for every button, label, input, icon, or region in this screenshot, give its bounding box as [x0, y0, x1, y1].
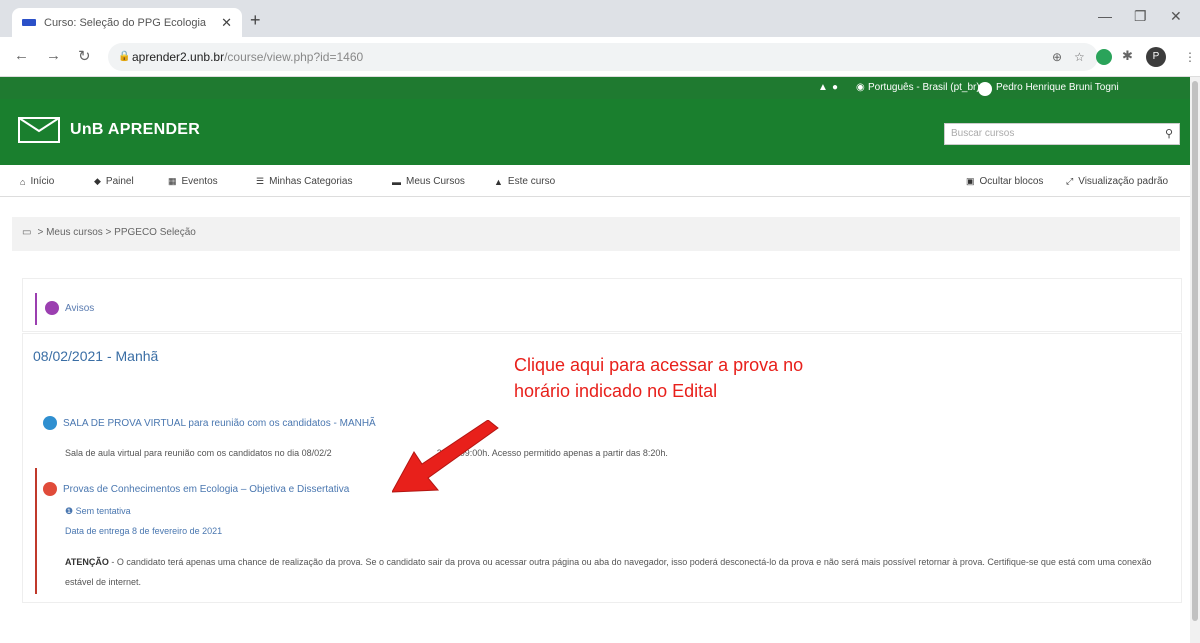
user-menu[interactable]: Pedro Henrique Bruni Togni [996, 82, 1119, 93]
close-window-icon[interactable]: ✕ [1170, 8, 1182, 25]
virtual-room-link[interactable]: SALA DE PROVA VIRTUAL para reunião com o… [43, 416, 376, 430]
dashboard-icon: ◆ [94, 176, 101, 186]
search-placeholder: Buscar cursos [951, 128, 1015, 139]
course-search-input[interactable]: Buscar cursos ⚲ [944, 123, 1180, 145]
meeting-icon [43, 416, 57, 430]
star-icon[interactable]: ☆ [1074, 50, 1085, 64]
scrollbar-thumb[interactable] [1192, 81, 1198, 621]
exam-warning: ATENÇÃO - O candidato terá apenas uma ch… [65, 552, 1175, 592]
breadcrumb-text[interactable]: > Meus cursos > PPGECO Seleção [37, 227, 195, 238]
blocks-icon: ▣ [966, 176, 975, 186]
site-brand[interactable]: UnB APRENDER [70, 121, 200, 139]
exam-link[interactable]: Provas de Conhecimentos em Ecologia – Ob… [43, 482, 349, 496]
section-title: 08/02/2021 - Manhã [33, 348, 159, 364]
section-highlight-bar [35, 293, 37, 325]
menu-label: Este curso [507, 176, 556, 187]
menu-painel[interactable]: ◆ Painel [94, 176, 134, 187]
nav-menu: ⌂ Início ◆ Painel ▦ Eventos ☰ Minhas Categor… [0, 165, 1190, 197]
url-path: /course/view.php?id=1460 [224, 50, 364, 64]
menu-label: Meus Cursos [406, 176, 465, 187]
default-view-button[interactable]: ⤢ Visualização padrão [1066, 176, 1168, 187]
forum-icon [45, 301, 59, 315]
attempt-text: Sem tentativa [75, 506, 131, 516]
home-icon: ⌂ [20, 176, 26, 187]
globe-icon: ◉ [856, 82, 865, 93]
red-arrow-icon [392, 420, 499, 493]
breadcrumb: ▭ > Meus cursos > PPGECO Seleção [12, 217, 1180, 251]
url-field[interactable]: 🔒 aprender2.unb.br/course/view.php?id=14… [108, 43, 1098, 71]
favicon-icon [22, 19, 36, 26]
lock-icon: 🔒 [118, 51, 131, 62]
browser-tab[interactable]: Curso: Seleção do PPG Ecologia ✕ [12, 8, 242, 37]
list-icon: ☰ [256, 176, 265, 186]
menu-label: Minhas Categorias [269, 176, 353, 187]
unb-logo-icon [18, 117, 60, 143]
tab-title: Curso: Seleção do PPG Ecologia [44, 16, 207, 29]
new-tab-icon[interactable]: + [250, 10, 261, 31]
desc-part-a: Sala de aula virtual para reunião com os… [65, 448, 332, 458]
user-strip: ▲ ● ◉ Português - Brasil (pt_br) Pedro H… [0, 77, 1190, 99]
activity-label: Provas de Conhecimentos em Ecologia – Ob… [63, 483, 350, 495]
menu-label: Ocultar blocos [979, 176, 1044, 187]
menu-eventos[interactable]: ▦ Eventos [168, 176, 218, 187]
announcements-section: Avisos [22, 278, 1182, 332]
browser-tab-strip: Curso: Seleção do PPG Ecologia ✕ + — ❐ ✕ [0, 0, 1200, 37]
menu-label: Painel [105, 176, 134, 187]
puzzle-icon[interactable]: ✱ [1122, 48, 1133, 64]
menu-label: Visualização padrão [1078, 176, 1169, 187]
address-bar-row: ← → ↻ 🔒 aprender2.unb.br/course/view.php… [0, 37, 1200, 77]
profile-avatar[interactable]: P [1146, 47, 1166, 67]
calendar-icon: ▦ [168, 176, 177, 186]
avisos-label: Avisos [65, 302, 95, 314]
minimize-icon[interactable]: — [1098, 8, 1112, 24]
activity-label: SALA DE PROVA VIRTUAL para reunião com o… [63, 417, 376, 429]
user-avatar [978, 82, 992, 96]
menu-label: Início [30, 176, 55, 187]
back-icon[interactable]: ← [14, 47, 29, 64]
restore-icon[interactable]: ❐ [1134, 8, 1147, 25]
folder-icon[interactable]: ▭ [22, 227, 31, 238]
language-menu[interactable]: Português - Brasil (pt_br) [868, 82, 980, 93]
close-tab-icon[interactable]: ✕ [221, 15, 232, 31]
quiz-icon [43, 482, 57, 496]
course-icon: ▲ [494, 176, 503, 187]
expand-icon: ⤢ [1066, 176, 1074, 186]
reload-icon[interactable]: ↻ [78, 47, 91, 65]
menu-dots-icon[interactable]: ⋮ [1184, 50, 1196, 64]
notification-icon[interactable]: ▲ [818, 82, 828, 93]
extension-icon[interactable] [1096, 49, 1112, 65]
menu-inicio[interactable]: ⌂ Início [20, 176, 54, 187]
section-highlight-bar [35, 468, 37, 594]
menu-este-curso[interactable]: ▲ Este curso [494, 176, 555, 187]
attempt-info: ❶ Sem tentativa [65, 506, 131, 517]
due-date: Data de entrega 8 de fevereiro de 2021 [65, 526, 223, 536]
info-icon: ❶ [65, 506, 76, 516]
search-icon[interactable]: ⚲ [1165, 127, 1173, 140]
zoom-icon[interactable]: ⊕ [1052, 50, 1062, 64]
forward-icon[interactable]: → [46, 47, 61, 64]
url-host: aprender2.unb.br [132, 50, 225, 64]
menu-categorias[interactable]: ☰ Minhas Categorias [256, 176, 352, 187]
messages-icon[interactable]: ● [832, 82, 838, 93]
hide-blocks-button[interactable]: ▣ Ocultar blocos [966, 176, 1043, 187]
page-scrollbar[interactable] [1190, 77, 1200, 643]
menu-label: Eventos [181, 176, 218, 187]
warning-text: - O candidato terá apenas uma chance de … [65, 557, 1152, 587]
site-header: UnB APRENDER Buscar cursos ⚲ [0, 99, 1190, 165]
warning-label: ATENÇÃO [65, 557, 109, 567]
menu-meus-cursos[interactable]: ▬ Meus Cursos [392, 176, 465, 187]
activity-description: Sala de aula virtual para reunião com os… [65, 448, 668, 458]
avisos-link[interactable]: Avisos [45, 301, 94, 315]
courses-icon: ▬ [392, 176, 401, 187]
annotation-callout: Clique aqui para acessar a prova no horá… [514, 355, 804, 401]
